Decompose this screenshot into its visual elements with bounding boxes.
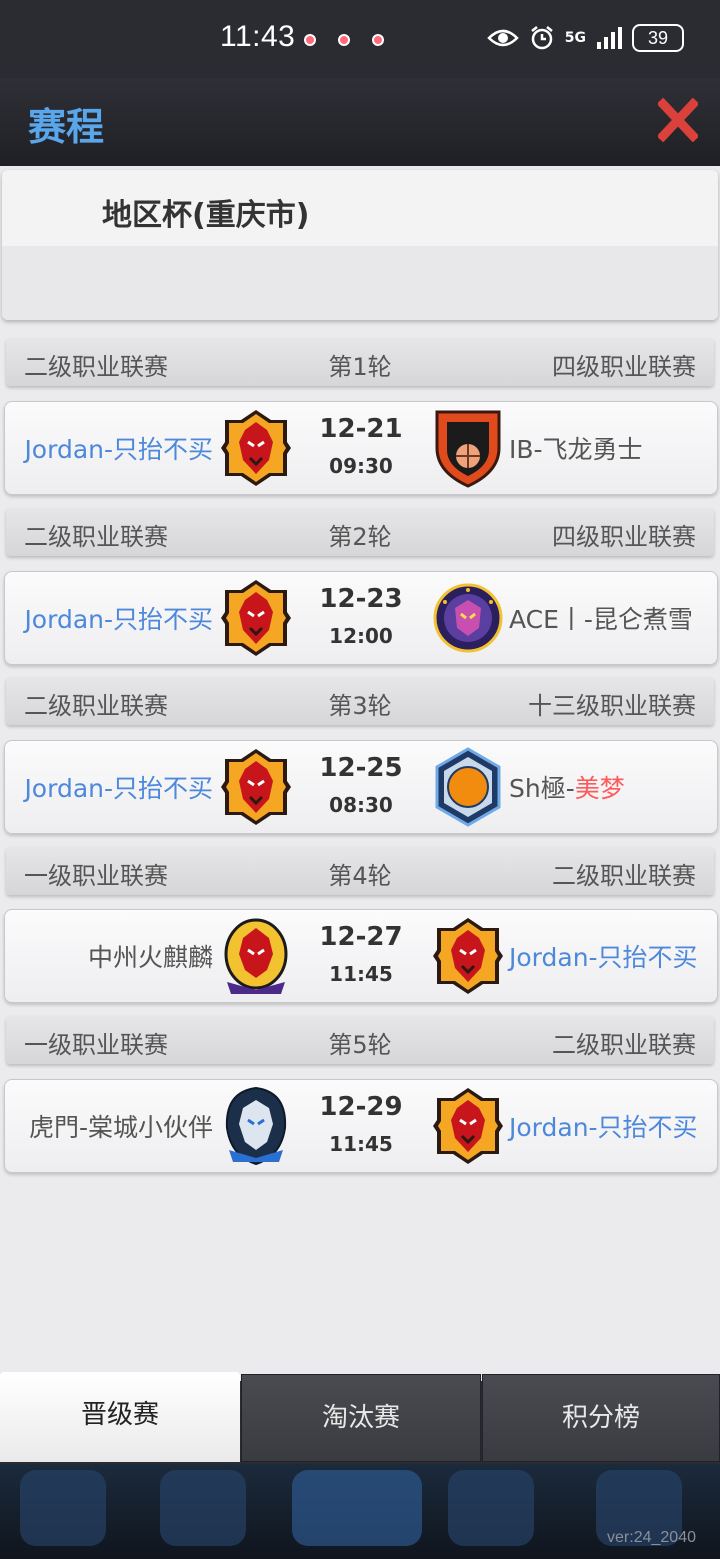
- match-row[interactable]: Jordan-只抬不买 12-25 08:30 Sh極-美梦: [4, 740, 718, 834]
- status-time: 11:43: [220, 20, 296, 53]
- home-league: 二级职业联赛: [24, 692, 168, 720]
- notification-icon: [372, 34, 384, 46]
- home-league: 二级职业联赛: [24, 353, 168, 381]
- away-league: 四级职业联赛: [552, 353, 696, 381]
- network-label: 5G: [564, 30, 586, 46]
- round-header: 第5轮 一级职业联赛 二级职业联赛: [6, 1016, 714, 1064]
- status-bar: 11:43 5G 39: [0, 0, 720, 78]
- nav-item-icon: [292, 1470, 422, 1546]
- dragon-team-logo-icon: [433, 583, 503, 653]
- cup-title: 地区杯(重庆市): [102, 198, 310, 233]
- hexagon-team-logo-icon: [435, 747, 501, 827]
- tab-promotion[interactable]: 晋级赛: [0, 1372, 240, 1462]
- nav-item-icon: [160, 1470, 246, 1546]
- notification-dots: [304, 34, 384, 46]
- away-league: 十三级职业联赛: [528, 692, 696, 720]
- page-title: 赛程: [28, 105, 105, 149]
- notification-icon: [338, 34, 350, 46]
- wolf-team-logo-icon: [433, 1088, 503, 1164]
- home-league: 二级职业联赛: [24, 523, 168, 551]
- battery-icon: 39: [632, 24, 684, 52]
- round-header: 第2轮 二级职业联赛 四级职业联赛: [6, 508, 714, 556]
- away-team-suffix: 美梦: [574, 774, 625, 803]
- round-header: 第1轮 二级职业联赛 四级职业联赛: [6, 338, 714, 386]
- away-team[interactable]: Jordan-只抬不买: [509, 938, 698, 974]
- away-league: 四级职业联赛: [552, 523, 696, 551]
- version-label: ver:24_2040: [607, 1529, 696, 1546]
- round-header: 第4轮 一级职业联赛 二级职业联赛: [6, 847, 714, 895]
- away-team[interactable]: ACE丨-昆仑煮雪: [509, 600, 693, 636]
- dialog-header: 赛程: [0, 78, 720, 166]
- background-nav: ver:24_2040: [0, 1464, 720, 1559]
- away-team[interactable]: Jordan-只抬不买: [509, 1108, 698, 1144]
- home-league: 一级职业联赛: [24, 1031, 168, 1059]
- alarm-icon: [530, 26, 553, 50]
- round-header: 第3轮 二级职业联赛 十三级职业联赛: [6, 677, 714, 725]
- status-icons: 5G 39: [486, 24, 684, 52]
- nav-item-icon: [448, 1470, 534, 1546]
- close-icon[interactable]: [658, 98, 698, 142]
- home-league: 一级职业联赛: [24, 862, 168, 890]
- schedule-panel: 地区杯(重庆市) 第1轮 二级职业联赛 四级职业联赛 Jordan-只抬不买 1…: [0, 166, 720, 1381]
- match-row[interactable]: Jordan-只抬不买 12-21 09:30 IB-飞龙勇士: [4, 401, 718, 495]
- cup-banner: 地区杯(重庆市): [2, 170, 718, 320]
- away-league: 二级职业联赛: [552, 1031, 696, 1059]
- away-team-prefix: Sh極-: [509, 774, 575, 803]
- tab-knockout[interactable]: 淘汰赛: [241, 1374, 481, 1462]
- eye-icon: [486, 29, 519, 47]
- notification-icon: [304, 34, 316, 46]
- away-league: 二级职业联赛: [552, 862, 696, 890]
- shield-basketball-logo-icon: [435, 410, 501, 488]
- match-row[interactable]: 虎門-棠城小伙伴 12-29 11:45 Jordan-只抬不买: [4, 1079, 718, 1173]
- match-row[interactable]: Jordan-只抬不买 12-23 12:00 ACE丨-昆仑煮雪: [4, 571, 718, 665]
- banner-strip: [2, 246, 718, 320]
- match-row[interactable]: 中州火麒麟 12-27 11:45 Jordan-只抬不买: [4, 909, 718, 1003]
- nav-item-icon: [20, 1470, 106, 1546]
- tab-bar: 晋级赛 淘汰赛 积分榜: [0, 1372, 720, 1464]
- tab-standings[interactable]: 积分榜: [482, 1374, 720, 1462]
- away-team[interactable]: IB-飞龙勇士: [509, 430, 643, 466]
- signal-icon: [597, 27, 622, 49]
- wolf-team-logo-icon: [433, 918, 503, 994]
- away-team[interactable]: Sh極-美梦: [509, 769, 625, 805]
